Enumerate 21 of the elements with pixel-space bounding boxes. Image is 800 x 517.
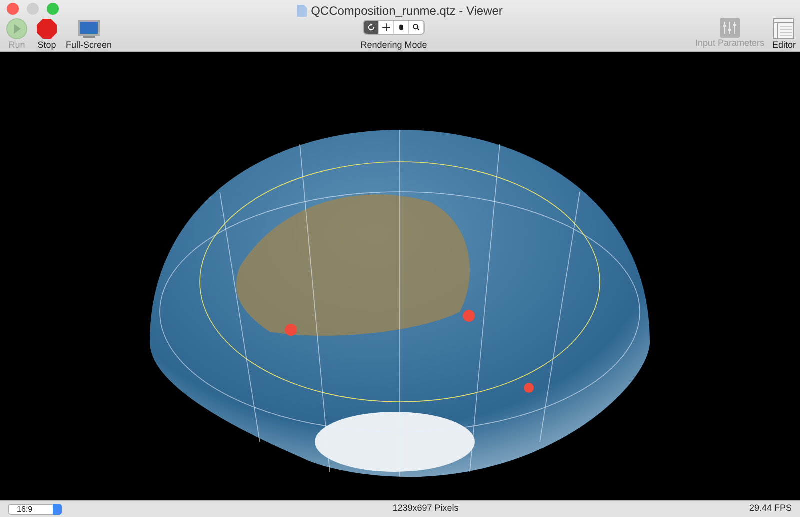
resolution-label: 1239x697 Pixels bbox=[392, 502, 459, 516]
rendering-mode-label: Rendering Mode bbox=[360, 39, 428, 52]
stop-button[interactable]: Stop bbox=[36, 18, 58, 50]
editor-button[interactable]: Editor bbox=[772, 18, 796, 50]
rotate-icon bbox=[366, 23, 376, 32]
move-icon bbox=[382, 23, 390, 32]
rendering-mode-control[interactable] bbox=[363, 20, 425, 35]
document-icon bbox=[297, 5, 308, 17]
rendering-mode-tab[interactable] bbox=[364, 21, 379, 34]
window-title: QCComposition_runme.qtz - Viewer bbox=[311, 4, 503, 18]
fps-label: 29.44 FPS bbox=[749, 502, 792, 516]
search-icon bbox=[412, 23, 420, 32]
stop-icon bbox=[36, 18, 58, 40]
sliders-icon bbox=[720, 18, 740, 38]
aspect-ratio-select[interactable]: 16:9 bbox=[8, 504, 62, 514]
editor-icon bbox=[773, 18, 796, 40]
close-button[interactable] bbox=[7, 3, 19, 15]
monitor-icon bbox=[77, 18, 101, 40]
hand-icon bbox=[396, 23, 406, 32]
run-icon bbox=[6, 18, 28, 40]
fullscreen-button[interactable]: Full-Screen bbox=[66, 18, 112, 50]
